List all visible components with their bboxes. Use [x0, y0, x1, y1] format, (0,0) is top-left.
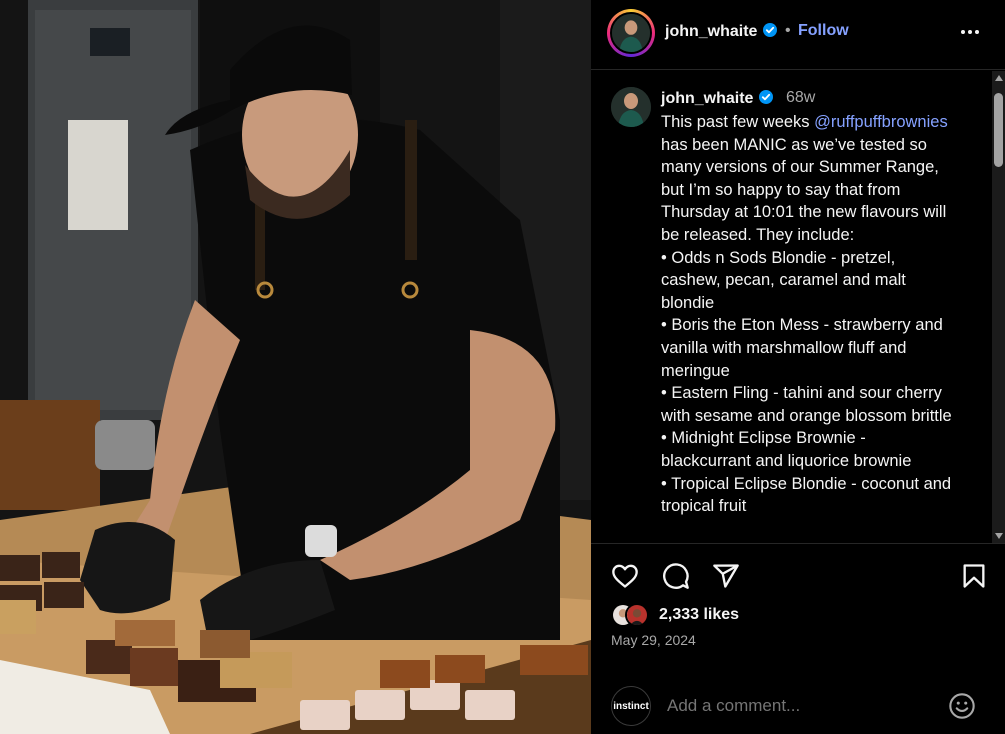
verified-badge-icon: [762, 23, 777, 37]
caption-clip: [591, 533, 1005, 543]
comments-section[interactable]: john_whaite 68w This past few weeks @ruf…: [591, 71, 1005, 543]
divider: [591, 666, 1005, 667]
header-separator: •: [785, 22, 791, 39]
caption-text-start: This past few weeks: [661, 113, 815, 131]
emoji-icon[interactable]: [948, 692, 976, 720]
heart-icon[interactable]: [611, 562, 639, 590]
scroll-down-arrow-icon[interactable]: [995, 533, 1003, 539]
post-age[interactable]: 68w: [786, 89, 815, 107]
post-photo[interactable]: [0, 0, 591, 734]
verified-badge-icon: [758, 90, 773, 104]
bookmark-icon[interactable]: [960, 562, 988, 590]
post-header: john_whaite • Follow: [591, 0, 1005, 70]
comments-scrollbar[interactable]: [992, 71, 1005, 543]
scroll-up-arrow-icon[interactable]: [995, 75, 1003, 81]
comment-icon[interactable]: [662, 562, 690, 590]
caption-username-link[interactable]: john_whaite: [661, 89, 774, 108]
divider: [591, 543, 1005, 544]
caption-author-avatar[interactable]: [611, 87, 651, 127]
caption-username: john_whaite: [661, 90, 754, 107]
viewer-avatar: instinct: [611, 686, 651, 726]
more-options-icon[interactable]: [961, 22, 985, 42]
caption-text-rest: has been MANIC as we’ve tested so many v…: [661, 135, 952, 543]
scrollbar-thumb[interactable]: [994, 93, 1003, 167]
liker-avatar: [625, 603, 649, 627]
likes-count[interactable]: 2,333 likes: [659, 606, 739, 624]
author-avatar[interactable]: [607, 9, 655, 57]
viewer-avatar-text: instinct: [613, 700, 649, 712]
avatar-image: [612, 14, 650, 52]
post-date[interactable]: May 29, 2024: [611, 632, 696, 648]
author-username: john_whaite: [665, 23, 758, 40]
post-image-art: [0, 0, 591, 734]
author-username-link[interactable]: john_whaite: [665, 22, 778, 41]
avatar-image: [611, 87, 651, 127]
share-icon[interactable]: [712, 562, 740, 590]
follow-button[interactable]: Follow: [798, 22, 849, 40]
add-comment-input[interactable]: [667, 696, 937, 716]
mention-link[interactable]: @ruffpuffbrownies: [814, 113, 948, 131]
post-caption: This past few weeks @ruffpuffbrownies ha…: [661, 111, 981, 543]
post-side-panel: john_whaite • Follow john_whaite 68w Thi…: [591, 0, 1005, 734]
